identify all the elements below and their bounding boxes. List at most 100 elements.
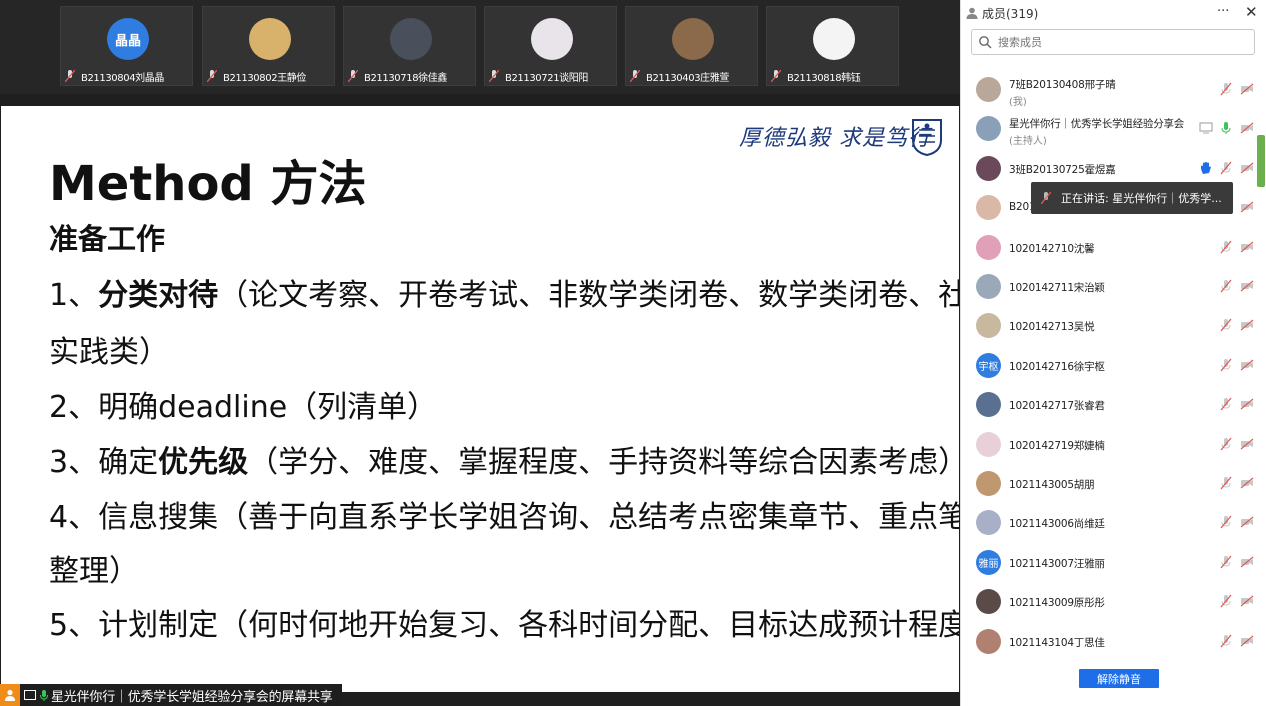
video-strip: 晶晶 B21130804刘晶晶 B21130802王静俭 B21130718徐佳鑫 B2… xyxy=(0,0,960,94)
screenshare-label: 星光伴你行｜优秀学长学姐经验分享会的屏幕共享 xyxy=(51,689,333,705)
meeting-stage: 晶晶 B21130804刘晶晶 B21130802王静俭 B21130718徐佳鑫 B2… xyxy=(0,0,960,706)
mic-muted-icon xyxy=(65,70,75,82)
bullet-text: 整理） xyxy=(49,554,139,589)
camera-off-icon[interactable] xyxy=(1240,82,1254,96)
mic-muted-icon[interactable] xyxy=(1219,555,1233,569)
camera-off-icon[interactable] xyxy=(1240,358,1254,372)
mic-muted-icon[interactable] xyxy=(1219,161,1233,175)
member-row[interactable]: 1020142717张睿君 xyxy=(961,385,1257,424)
member-avatar xyxy=(976,510,1001,536)
member-row[interactable]: 1021143009原彤彤 xyxy=(961,582,1257,621)
member-row[interactable]: 1020142719郑婕楠 xyxy=(961,425,1257,464)
bullet-text: （学分、难度、掌握程度、手持资料等综合因素考虑） xyxy=(248,445,959,480)
video-tile[interactable]: B21130802王静俭 xyxy=(202,6,335,86)
participant-name: B21130802王静俭 xyxy=(223,72,306,84)
bullet-text: （论文考察、开卷考试、非数学类闭卷、数学类闭卷、社会 xyxy=(218,278,959,313)
camera-off-icon[interactable] xyxy=(1240,397,1254,411)
mic-muted-icon xyxy=(1041,192,1051,204)
member-name: 1020142710沈馨 xyxy=(1009,242,1095,255)
slide-subtitle: 准备工作 xyxy=(49,222,166,256)
camera-off-icon[interactable] xyxy=(1240,555,1254,569)
mic-muted-icon[interactable] xyxy=(1219,594,1233,608)
member-name: 7班B20130408邢子晴 xyxy=(1009,79,1116,91)
university-motto: 厚德弘毅 求是笃行 xyxy=(739,126,931,151)
member-role: (我) xyxy=(1009,97,1027,108)
member-name: 1020142716徐宇枢 xyxy=(1009,360,1105,373)
mic-muted-icon xyxy=(489,70,499,82)
camera-off-icon[interactable] xyxy=(1240,634,1254,648)
member-row[interactable]: 1021143005胡朋 xyxy=(961,464,1257,503)
speaking-tooltip: 正在讲话: 星光伴你行｜优秀学... xyxy=(1031,182,1233,214)
slide-bullet-line: 3、确定优先级（学分、难度、掌握程度、手持资料等综合因素考虑） xyxy=(49,437,959,481)
search-icon xyxy=(979,36,992,49)
unmute-all-button[interactable]: 解除静音 xyxy=(1079,669,1159,688)
member-row[interactable]: 7班B20130408邢子晴 (我) xyxy=(961,70,1257,109)
bullet-text: 信息搜集（善于向直系学长学姐咨询、总结考点密集章节、重点笔记 xyxy=(98,500,959,535)
mic-muted-icon[interactable] xyxy=(1219,476,1233,490)
mic-muted-icon xyxy=(630,70,640,82)
mic-muted-icon[interactable] xyxy=(1219,358,1233,372)
member-role: (主持人) xyxy=(1009,136,1047,148)
more-options-icon[interactable]: ··· xyxy=(1217,4,1229,19)
close-icon[interactable]: ✕ xyxy=(1245,3,1258,21)
camera-off-icon[interactable] xyxy=(1240,318,1254,332)
member-name: 1021143006尚维廷 xyxy=(1009,518,1105,531)
participant-name: B21130718徐佳鑫 xyxy=(364,72,447,84)
mic-muted-icon[interactable] xyxy=(1219,82,1233,96)
camera-off-icon[interactable] xyxy=(1240,515,1254,529)
camera-off-icon[interactable] xyxy=(1240,437,1254,451)
mic-muted-icon xyxy=(771,70,781,82)
member-row[interactable]: 1020142711宋治颖 xyxy=(961,267,1257,306)
member-row[interactable]: 雅丽 1021143007汪雅丽 xyxy=(961,543,1257,582)
screenshare-bar: 星光伴你行｜优秀学长学姐经验分享会的屏幕共享 xyxy=(0,684,342,706)
camera-off-icon[interactable] xyxy=(1240,594,1254,608)
tile-namebar: B21130718徐佳鑫 xyxy=(348,68,447,84)
mic-muted-icon[interactable] xyxy=(1219,515,1233,529)
mic-muted-icon[interactable] xyxy=(1219,634,1233,648)
member-name: 1021143009原彤彤 xyxy=(1009,597,1105,610)
mic-muted-icon[interactable] xyxy=(1219,240,1233,254)
member-avatar xyxy=(976,195,1001,221)
screen-share-icon xyxy=(24,690,36,700)
member-search-input[interactable] xyxy=(996,34,1240,50)
video-tile[interactable]: B21130403庄雅萱 xyxy=(625,6,758,86)
member-panel-header: 成员(319) ··· ✕ xyxy=(961,0,1266,26)
mic-muted-icon xyxy=(207,70,217,82)
mic-muted-icon[interactable] xyxy=(1219,318,1233,332)
mic-on-icon[interactable] xyxy=(1219,121,1233,135)
member-avatar xyxy=(976,392,1001,418)
member-search-box[interactable] xyxy=(971,29,1255,55)
member-name: 1021143104丁思佳 xyxy=(1009,636,1105,649)
member-avatar xyxy=(976,155,1001,181)
member-row[interactable]: 1020142710沈馨 xyxy=(961,228,1257,267)
bullet-prefix: 1、 xyxy=(49,278,99,313)
member-avatar xyxy=(976,589,1001,615)
member-list-scrollbar[interactable] xyxy=(1257,135,1265,187)
video-tile[interactable]: B21130818韩钰 xyxy=(766,6,899,86)
university-crest-icon xyxy=(912,119,942,156)
camera-off-icon[interactable] xyxy=(1240,476,1254,490)
slide-bullet-line: 4、信息搜集（善于向直系学长学姐咨询、总结考点密集章节、重点笔记 xyxy=(49,492,959,536)
mic-muted-icon[interactable] xyxy=(1219,397,1233,411)
video-tile[interactable]: B21130718徐佳鑫 xyxy=(343,6,476,86)
participant-avatar xyxy=(672,18,714,60)
member-row[interactable]: 1021143006尚维廷 xyxy=(961,503,1257,542)
mic-muted-icon[interactable] xyxy=(1219,279,1233,293)
camera-off-icon[interactable] xyxy=(1240,200,1254,214)
participant-name: B21130403庄雅萱 xyxy=(646,72,729,84)
member-row[interactable]: 1021143104丁思佳 xyxy=(961,622,1257,661)
mic-on-icon xyxy=(40,689,48,701)
camera-off-icon[interactable] xyxy=(1240,279,1254,293)
member-row[interactable]: 宇枢 1020142716徐宇枢 xyxy=(961,346,1257,385)
camera-off-icon[interactable] xyxy=(1240,161,1254,175)
avatar-initials: 雅丽 xyxy=(978,558,999,570)
member-row[interactable]: 星光伴你行｜优秀学长学姐经验分享会 (主持人) xyxy=(961,109,1257,148)
mic-muted-icon[interactable] xyxy=(1219,437,1233,451)
member-row[interactable]: 1020142713吴悦 xyxy=(961,306,1257,345)
member-name: 1021143005胡朋 xyxy=(1009,479,1095,491)
video-tile[interactable]: B21130721谈阳阳 xyxy=(484,6,617,86)
camera-off-icon[interactable] xyxy=(1240,121,1254,135)
member-panel: 成员(319) ··· ✕ 7班B20130408邢子晴 (我)星光伴你行｜优秀学… xyxy=(960,0,1266,706)
camera-off-icon[interactable] xyxy=(1240,240,1254,254)
video-tile[interactable]: 晶晶 B21130804刘晶晶 xyxy=(60,6,193,86)
